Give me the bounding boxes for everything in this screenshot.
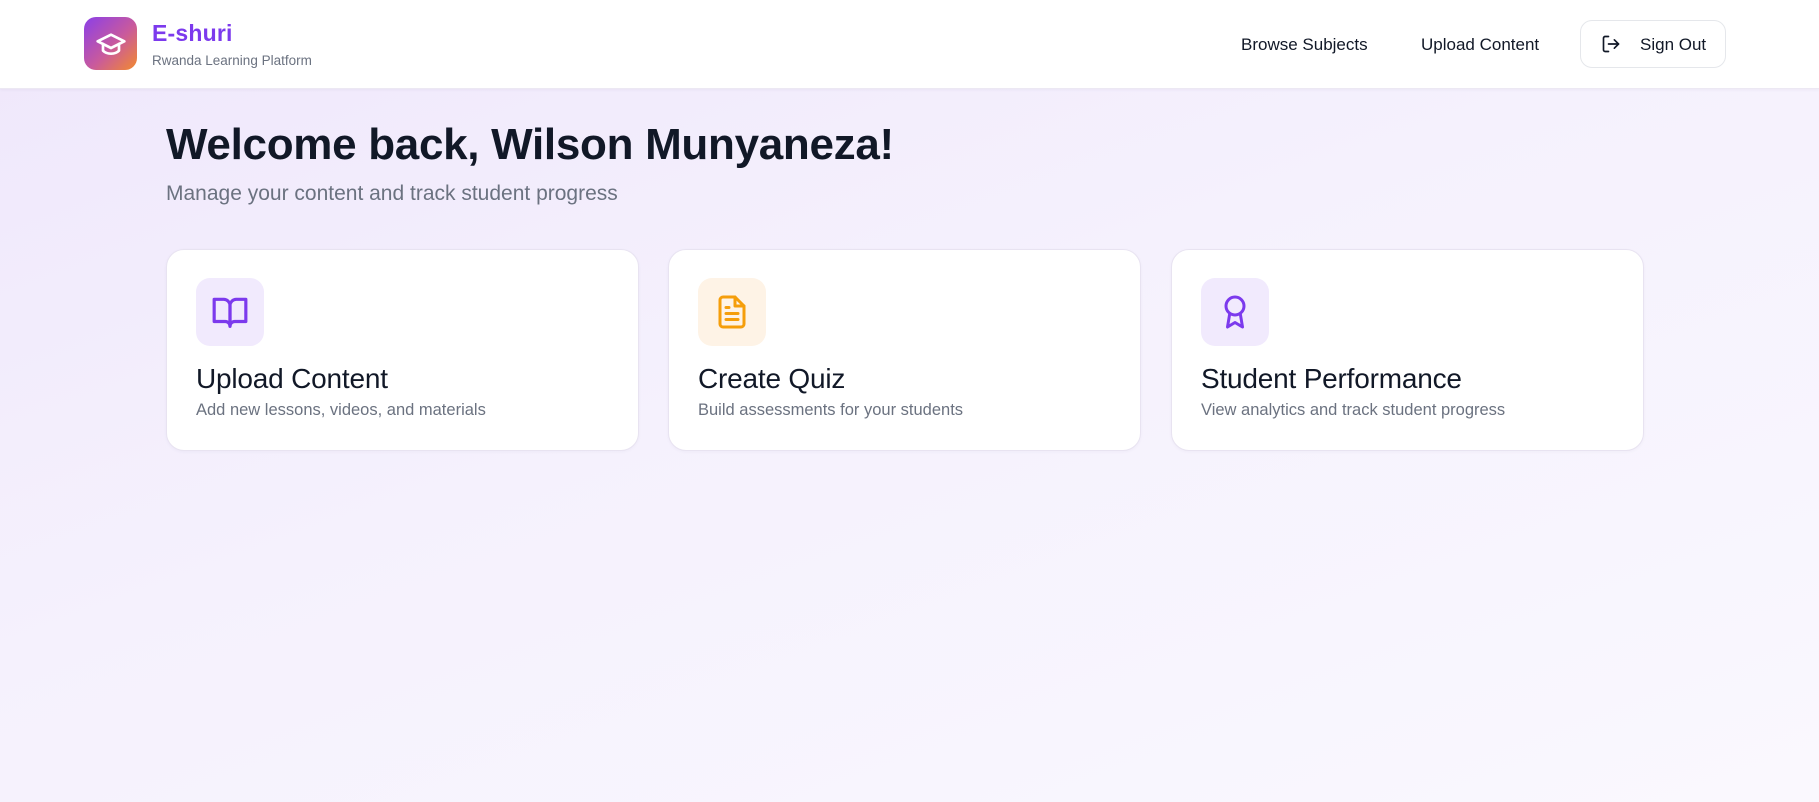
card-title: Student Performance: [1201, 363, 1462, 394]
brand-name[interactable]: E-shuri: [152, 20, 233, 47]
card-upload-content[interactable]: Upload Content Add new lessons, videos, …: [166, 249, 639, 451]
card-description: Build assessments for your students: [698, 401, 964, 419]
nav-upload-content[interactable]: Upload Content: [1421, 35, 1539, 55]
brand-tagline: Rwanda Learning Platform: [152, 53, 312, 68]
card-icon-container: [196, 278, 264, 346]
page-subtitle: Manage your content and track student pr…: [166, 182, 618, 205]
graduation-cap-icon: [95, 32, 126, 55]
card-title: Create Quiz: [698, 363, 846, 394]
award-icon: [1224, 295, 1246, 329]
card-title: Upload Content: [196, 363, 388, 394]
sign-out-label: Sign Out: [1640, 35, 1707, 54]
file-text-icon: [718, 295, 746, 329]
card-icon-container: [698, 278, 766, 346]
card-create-quiz[interactable]: Create Quiz Build assessments for your s…: [668, 249, 1141, 451]
card-description: Add new lessons, videos, and materials: [196, 401, 486, 419]
nav-browse-subjects[interactable]: Browse Subjects: [1241, 35, 1368, 55]
top-header: E-shuri Rwanda Learning Platform Browse …: [0, 0, 1819, 89]
book-open-icon: [212, 297, 248, 328]
sign-out-button[interactable]: Sign Out: [1580, 20, 1726, 68]
page-title: Welcome back, Wilson Munyaneza!: [166, 120, 894, 169]
card-icon-container: [1201, 278, 1269, 346]
logout-icon: [1602, 35, 1620, 53]
card-student-performance[interactable]: Student Performance View analytics and t…: [1171, 249, 1644, 451]
logo[interactable]: [84, 17, 137, 70]
card-description: View analytics and track student progres…: [1201, 401, 1506, 419]
